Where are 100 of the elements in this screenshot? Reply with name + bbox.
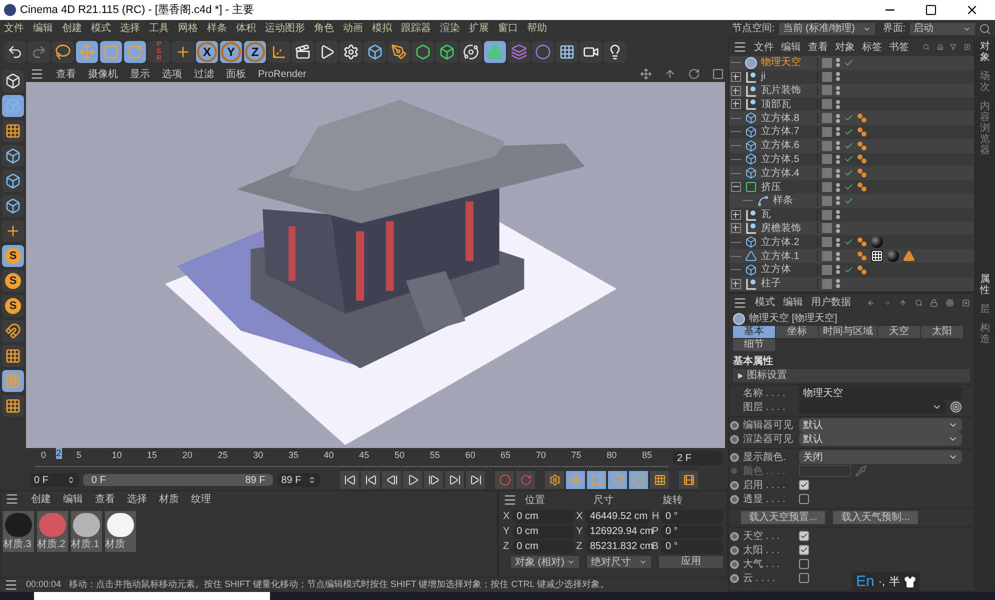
visibility-dots-icon[interactable] xyxy=(836,210,840,220)
pan-icon[interactable] xyxy=(640,68,652,80)
enabled-check-icon[interactable] xyxy=(844,168,853,178)
dots-icon[interactable] xyxy=(857,113,867,124)
visibility-dots-icon[interactable] xyxy=(836,182,840,192)
enabled-check-icon[interactable] xyxy=(844,264,853,275)
preset-button[interactable]: 载入天空预置... xyxy=(741,511,826,524)
enabled-check-icon[interactable] xyxy=(844,237,853,248)
menu-icon[interactable] xyxy=(30,67,44,81)
tool-button[interactable] xyxy=(388,40,410,62)
transport-button[interactable] xyxy=(445,471,464,489)
new-window-icon[interactable] xyxy=(964,41,970,53)
expand-toggle[interactable] xyxy=(731,86,741,96)
visibility-dots-icon[interactable] xyxy=(836,127,840,136)
object-menu-item[interactable]: 书签 xyxy=(889,40,909,54)
ime-indicator[interactable]: En ·, 半 xyxy=(852,572,920,592)
viewport-menu-item[interactable]: 查看 xyxy=(56,66,76,82)
layer-swatch[interactable] xyxy=(822,113,832,124)
new-window-icon[interactable] xyxy=(962,296,970,308)
menu-item[interactable]: 扩展 xyxy=(469,21,489,36)
range-start[interactable]: 0 F xyxy=(91,472,246,488)
enabled-check-icon[interactable] xyxy=(844,58,853,68)
visibility-dots-icon[interactable] xyxy=(836,100,840,109)
checkbox[interactable] xyxy=(799,480,809,490)
material-menu-item[interactable]: 选择 xyxy=(127,492,147,506)
search-icon[interactable] xyxy=(914,296,922,308)
playhead[interactable]: 2 xyxy=(56,448,62,459)
dots-icon[interactable] xyxy=(857,154,867,164)
tool-button[interactable] xyxy=(52,40,74,62)
tool-button[interactable] xyxy=(2,395,24,417)
attribute-tab[interactable]: 天空 xyxy=(878,326,920,338)
coordinate-field[interactable]: 46449.52 cm xyxy=(586,510,650,524)
attribute-tab[interactable]: 太阳 xyxy=(921,326,963,338)
tool-button[interactable] xyxy=(2,345,24,367)
object-menu-item[interactable]: 文件 xyxy=(754,40,774,54)
layer-swatch[interactable] xyxy=(822,126,832,137)
tool-button[interactable] xyxy=(2,70,24,92)
enabled-check-icon[interactable] xyxy=(844,113,853,124)
attribute-tab[interactable]: 基本 xyxy=(733,326,775,338)
transport-button[interactable] xyxy=(340,471,359,489)
menu-item[interactable]: 渲染 xyxy=(440,21,460,36)
visibility-dots-icon[interactable] xyxy=(836,141,840,150)
object-name[interactable]: 立方体.8 xyxy=(761,110,800,126)
triangle-icon[interactable] xyxy=(903,250,915,262)
object-name[interactable]: 样条 xyxy=(773,193,793,208)
tool-button[interactable] xyxy=(172,40,194,62)
tool-button[interactable] xyxy=(292,40,314,62)
tool-button[interactable] xyxy=(2,370,24,392)
viewport-menu-item[interactable]: 摄像机 xyxy=(88,66,118,82)
dots-icon[interactable] xyxy=(857,140,867,151)
keyframe-icon[interactable] xyxy=(730,560,738,568)
maximize-view-icon[interactable] xyxy=(712,68,724,80)
enabled-check-icon[interactable] xyxy=(844,182,853,192)
object-menu-item[interactable]: 查看 xyxy=(808,40,828,54)
menu-item[interactable]: 帮助 xyxy=(527,21,547,36)
side-tab[interactable]: 层 xyxy=(980,300,990,319)
side-tab[interactable]: 内容浏览器 xyxy=(980,97,990,160)
tool-button[interactable] xyxy=(2,95,24,117)
viewport-menu-item[interactable]: 面板 xyxy=(226,66,246,82)
layer-swatch[interactable] xyxy=(822,223,832,234)
material-menu-item[interactable]: 材质 xyxy=(159,492,179,506)
visibility-dots-icon[interactable] xyxy=(836,238,840,247)
dots-icon[interactable] xyxy=(857,168,867,178)
transport-button[interactable] xyxy=(361,471,380,489)
enabled-check-icon[interactable] xyxy=(844,154,853,164)
tool-button[interactable] xyxy=(364,40,386,62)
material-menu-item[interactable]: 查看 xyxy=(95,492,115,506)
visibility-dots-icon[interactable] xyxy=(836,196,840,206)
dropdown[interactable]: 默认 xyxy=(799,432,962,446)
material-menu-item[interactable]: 创建 xyxy=(31,492,51,506)
tool-button[interactable] xyxy=(2,145,24,167)
visibility-dots-icon[interactable] xyxy=(836,114,840,123)
layer-swatch[interactable] xyxy=(822,58,832,68)
tool-button[interactable]: S xyxy=(2,245,24,267)
menu-icon[interactable] xyxy=(5,492,19,506)
tool-button[interactable]: S xyxy=(2,295,24,317)
tool-button[interactable]: S xyxy=(2,270,24,292)
layer-field[interactable] xyxy=(799,400,946,414)
keyframe-icon[interactable] xyxy=(730,532,738,540)
tool-button[interactable] xyxy=(484,40,506,62)
collapse-toggle[interactable] xyxy=(731,182,741,192)
menu-item[interactable]: 模式 xyxy=(91,21,111,36)
tool-button[interactable] xyxy=(412,40,434,62)
expand-toggle[interactable] xyxy=(731,72,741,82)
home-icon[interactable] xyxy=(936,41,943,53)
tool-button[interactable] xyxy=(340,40,362,62)
layer-swatch[interactable] xyxy=(822,168,832,178)
object-name[interactable]: 立方体.6 xyxy=(761,138,800,154)
expand-toggle[interactable] xyxy=(731,223,741,234)
tool-button[interactable] xyxy=(4,40,26,62)
layer-swatch[interactable] xyxy=(822,72,832,82)
keyframe-icon[interactable] xyxy=(730,546,738,554)
coordinate-field[interactable]: 126929.94 cm xyxy=(586,524,650,538)
close-icon[interactable] xyxy=(965,3,979,17)
coordinate-field[interactable]: 0 ° xyxy=(661,540,723,554)
menu-item[interactable]: 编辑 xyxy=(33,21,53,36)
dots-icon[interactable] xyxy=(857,126,867,137)
tool-button[interactable]: Y xyxy=(220,40,242,62)
side-tab[interactable]: 属性 xyxy=(980,270,990,300)
name-field[interactable]: 物理天空 xyxy=(799,386,962,400)
